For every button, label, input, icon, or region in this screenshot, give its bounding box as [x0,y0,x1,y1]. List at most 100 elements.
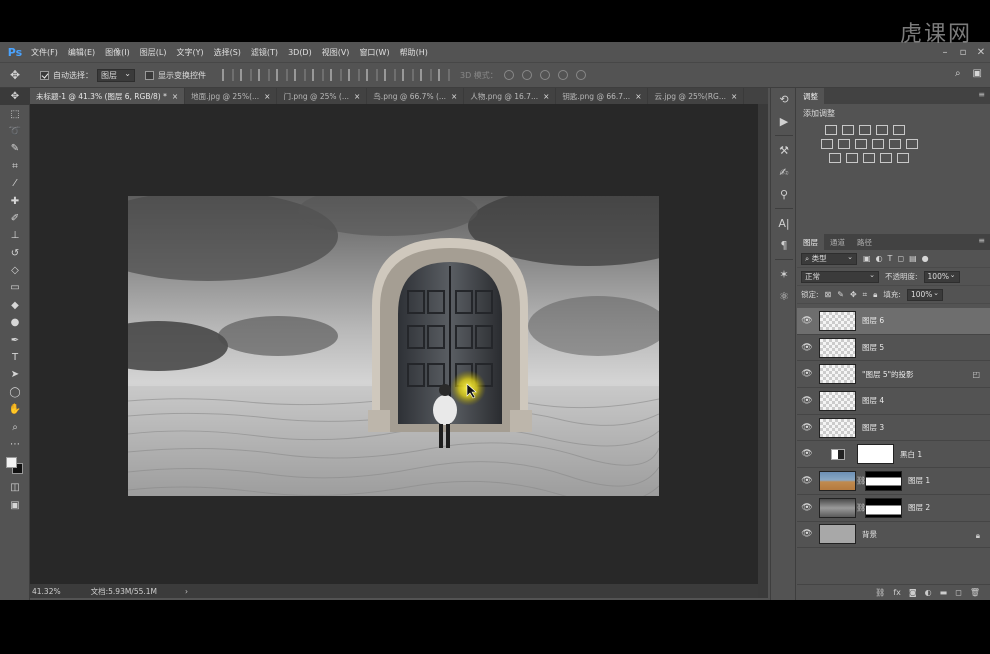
visibility-eye-icon[interactable]: 👁︎ [797,423,817,433]
align-bottom-icon[interactable] [258,69,270,81]
align-top-icon[interactable] [222,69,234,81]
clone-source-icon[interactable]: ⚲ [771,183,797,205]
minimize-icon[interactable]: – [936,42,954,62]
menu-file[interactable]: 文件(F) [26,47,63,58]
screen-mode-icon[interactable]: ▣ [0,497,30,514]
document-canvas[interactable] [128,196,659,496]
new-adjustment-icon[interactable]: ◐ [925,588,932,597]
clone-stamp-tool-icon[interactable]: ⊥ [0,227,30,244]
tab-adjustments[interactable]: 调整 [797,88,824,104]
new-layer-icon[interactable]: ◻ [955,588,962,597]
quick-mask-icon[interactable]: ◫ [0,479,30,496]
layer-row[interactable]: 👁︎ ⛓ 图层 2 [797,495,990,522]
menu-view[interactable]: 视图(V) [317,47,355,58]
maximize-icon[interactable]: ▫ [954,42,972,62]
menu-window[interactable]: 窗口(W) [354,47,394,58]
close-icon[interactable]: ✕ [972,42,990,62]
more-tools-icon[interactable]: ⋯ [0,436,30,453]
mask-link-icon[interactable]: ⛓ [856,476,866,485]
lock-artboard-icon[interactable]: ⌗ [863,290,868,300]
3d-scale-icon[interactable] [575,70,586,80]
color-balance-icon[interactable] [838,139,850,149]
tab-document-3[interactable]: 门.png @ 25% (... × [277,88,368,104]
eyedropper-tool-icon[interactable]: ⁄ [0,175,30,192]
marquee-tool-icon[interactable]: ⬚ [0,105,30,122]
tab-layers[interactable]: 图层 [797,234,824,250]
invert-icon[interactable] [829,153,841,163]
auto-select-checkbox[interactable] [40,70,49,80]
foreground-color-swatch[interactable] [6,457,17,469]
brush-tool-icon[interactable]: ✐ [0,210,30,227]
align-center-icon[interactable] [294,69,306,81]
3d-roll-icon[interactable] [521,70,532,80]
path-select-tool-icon[interactable]: ➤ [0,366,30,383]
blur-tool-icon[interactable]: ◆ [0,297,30,314]
curves-icon[interactable] [859,125,871,135]
type-tool-icon[interactable]: T [0,349,30,366]
crop-tool-icon[interactable]: ⌗ [0,158,30,175]
smart-object-filter-icon[interactable]: ▤ [909,254,917,263]
menu-type[interactable]: 文字(Y) [171,47,208,58]
tab-document-2[interactable]: 地面.jpg @ 25%(... × [185,88,278,104]
history-panel-icon[interactable]: ⟲ [771,88,797,110]
pen-tool-icon[interactable]: ✒ [0,331,30,348]
layer-row[interactable]: 👁︎ "图层 5"的投影 ◰ [797,361,990,389]
visibility-eye-icon[interactable]: 👁︎ [797,396,817,406]
3d-pan-icon[interactable] [539,70,550,80]
visibility-eye-icon[interactable]: 👁︎ [797,476,817,486]
distribute-top-icon[interactable] [330,69,342,81]
channel-mixer-icon[interactable] [889,139,901,149]
brush-panel-icon[interactable]: ✍ [771,161,797,183]
glyphs-panel-icon[interactable]: ✶ [771,263,797,285]
panel-menu-icon[interactable]: ≡ [978,236,985,245]
lasso-tool-icon[interactable]: ➰ [0,123,30,140]
menu-layer[interactable]: 图层(L) [135,47,172,58]
menu-filter[interactable]: 滤镜(T) [246,47,283,58]
visibility-eye-icon[interactable]: 👁︎ [797,316,817,326]
close-tab-icon[interactable]: × [172,92,178,101]
workspace-icon[interactable]: ▣ [973,68,982,79]
hand-tool-icon[interactable]: ✋ [0,401,30,418]
3d-panel-icon[interactable]: ⚛ [771,285,797,307]
visibility-eye-icon[interactable]: 👁︎ [797,529,817,539]
brightness-contrast-icon[interactable] [825,125,837,135]
posterize-icon[interactable] [846,153,858,163]
shape-tool-icon[interactable]: ◯ [0,384,30,401]
paragraph-panel-icon[interactable]: ¶ [771,234,797,256]
lock-all-icon[interactable]: 🔒︎ [873,290,877,300]
3d-rotate-icon[interactable] [503,70,514,80]
black-white-icon[interactable] [855,139,867,149]
vibrance-icon[interactable] [893,125,905,135]
threshold-icon[interactable] [863,153,875,163]
levels-icon[interactable] [842,125,854,135]
move-tool-preset-icon[interactable]: ✥ [0,65,30,85]
vertical-scrollbar[interactable] [758,104,768,598]
auto-select-target-dropdown[interactable]: 图层 [97,68,135,82]
photo-filter-icon[interactable] [872,139,884,149]
gradient-map-icon[interactable] [897,153,909,163]
selective-color-icon[interactable] [880,153,892,163]
type-filter-icon[interactable]: T [888,254,893,263]
opacity-input[interactable]: 100% [923,270,960,283]
tab-document-5[interactable]: 人物.png @ 16.7... × [464,88,557,104]
distribute-center-icon[interactable] [402,69,414,81]
lock-image-icon[interactable]: ✎ [837,290,844,300]
status-arrow-icon[interactable]: › [185,587,188,596]
show-transform-checkbox[interactable] [145,70,154,80]
add-mask-icon[interactable]: ◙ [909,588,917,597]
layer-mask-thumbnail[interactable] [865,497,902,518]
layer-row[interactable]: 👁︎ 图层 6 [797,308,990,335]
dodge-tool-icon[interactable]: ● [0,314,30,331]
menu-help[interactable]: 帮助(H) [395,47,433,58]
menu-image[interactable]: 图像(I) [100,47,135,58]
filter-kind-dropdown[interactable]: ⌕ 类型 [801,252,857,265]
tab-document-4[interactable]: 鸟.png @ 66.7% (... × [367,88,465,104]
tool-presets-icon[interactable]: ⚒ [771,139,797,161]
close-tab-icon[interactable]: × [264,92,270,101]
visibility-eye-icon[interactable]: 👁︎ [797,343,817,353]
hue-saturation-icon[interactable] [821,139,833,149]
eraser-tool-icon[interactable]: ◇ [0,262,30,279]
new-group-icon[interactable]: ▬ [940,588,948,597]
character-panel-icon[interactable]: A| [771,212,797,234]
shape-filter-icon[interactable]: ◻ [897,254,904,263]
